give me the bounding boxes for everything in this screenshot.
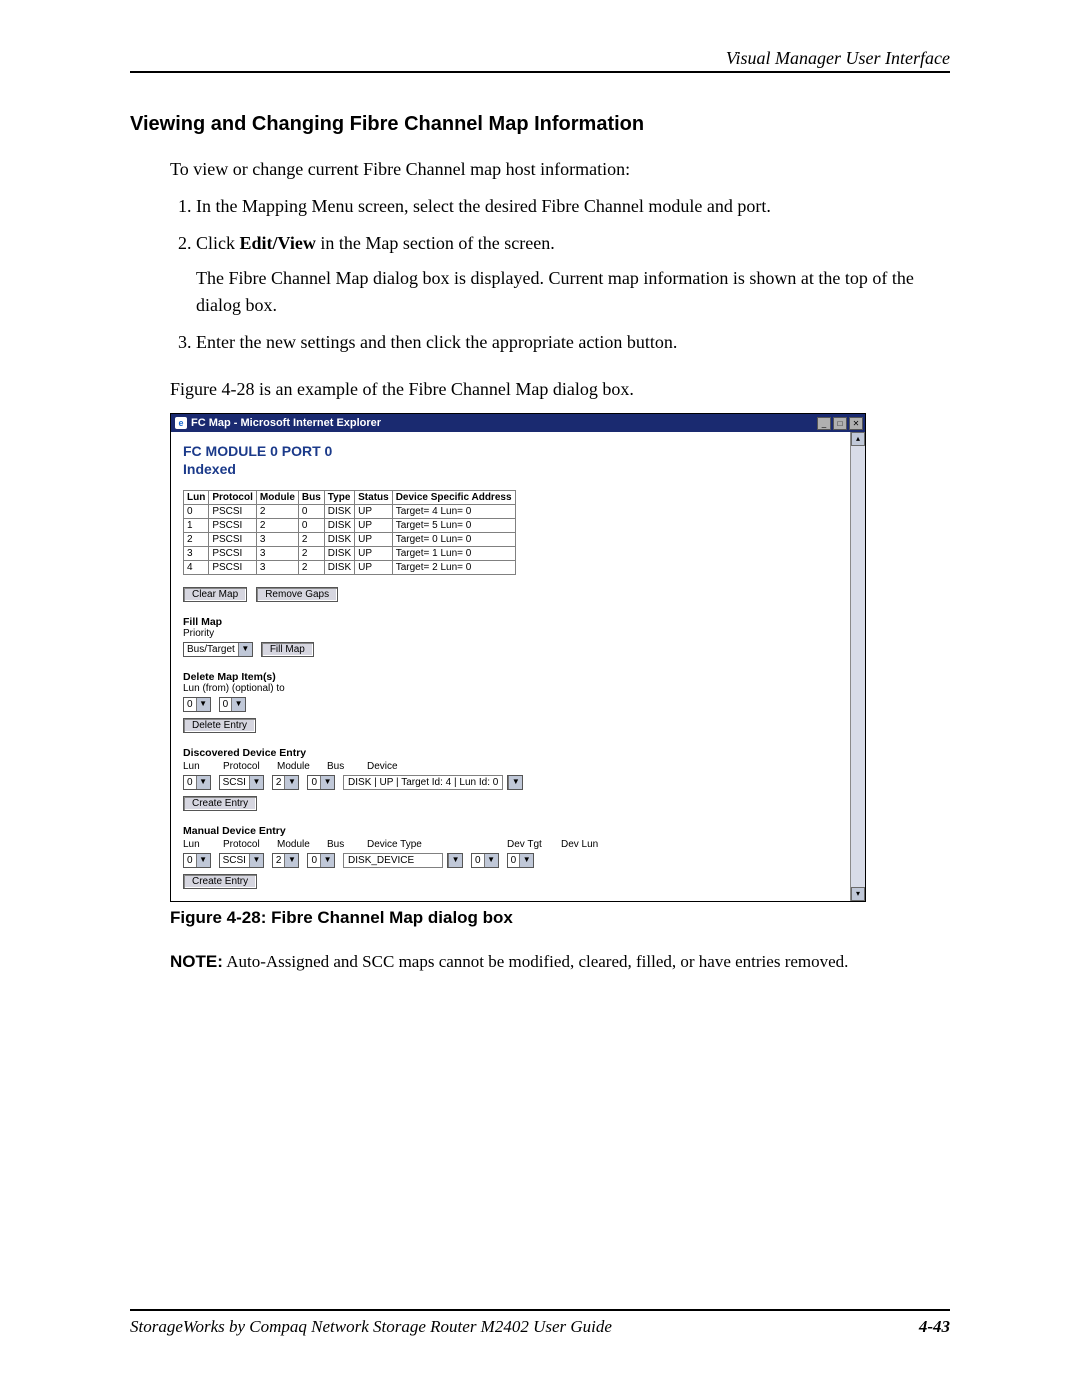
- chevron-down-icon: ▼: [284, 854, 298, 867]
- window-titlebar: e FC Map - Microsoft Internet Explorer _…: [171, 414, 865, 432]
- col-status: Status: [355, 491, 393, 505]
- delete-entry-button[interactable]: Delete Entry: [183, 718, 256, 733]
- man-protocol-select[interactable]: SCSI▼: [219, 853, 264, 868]
- table-row: 3 PSCSI 3 2 DISK UP Target= 1 Lun= 0: [184, 547, 516, 561]
- page-number: 4-43: [919, 1317, 950, 1337]
- ie-icon: e: [175, 417, 187, 429]
- figure-caption-text: Fibre Channel Map dialog box: [271, 908, 513, 927]
- step-2: Click Edit/View in the Map section of th…: [196, 230, 950, 319]
- col-dsa: Device Specific Address: [392, 491, 515, 505]
- col-type: Type: [324, 491, 354, 505]
- delete-from-select[interactable]: 0 ▼: [183, 697, 211, 712]
- chevron-down-icon: ▼: [284, 776, 298, 789]
- col-protocol: Protocol: [209, 491, 257, 505]
- man-module-select[interactable]: 2▼: [272, 853, 300, 868]
- table-row: 0 PSCSI 2 0 DISK UP Target= 4 Lun= 0: [184, 505, 516, 519]
- map-table: Lun Protocol Module Bus Type Status Devi…: [183, 490, 516, 575]
- disc-bus-select[interactable]: 0▼: [307, 775, 335, 790]
- table-row: 2 PSCSI 3 2 DISK UP Target= 0 Lun= 0: [184, 533, 516, 547]
- manual-device-heading: Manual Device Entry: [183, 825, 838, 837]
- chevron-down-icon: ▼: [320, 854, 334, 867]
- table-row: 4 PSCSI 3 2 DISK UP Target= 2 Lun= 0: [184, 561, 516, 575]
- man-device-type-select[interactable]: ▼: [447, 853, 463, 868]
- page-header: Visual Manager User Interface: [130, 48, 950, 73]
- create-entry-button-1[interactable]: Create Entry: [183, 796, 257, 811]
- col-bus: Bus: [298, 491, 324, 505]
- man-dev-tgt-select[interactable]: 0▼: [471, 853, 499, 868]
- chevron-down-icon: ▼: [519, 854, 533, 867]
- footer-left: StorageWorks by Compaq Network Storage R…: [130, 1317, 612, 1337]
- chevron-down-icon: ▼: [249, 854, 263, 867]
- chevron-down-icon: ▼: [196, 854, 210, 867]
- chevron-down-icon: ▼: [448, 854, 462, 867]
- chevron-down-icon: ▼: [196, 698, 210, 711]
- chevron-down-icon: ▼: [196, 776, 210, 789]
- note-text: Auto-Assigned and SCC maps cannot be mod…: [223, 952, 849, 971]
- clear-map-button[interactable]: Clear Map: [183, 587, 247, 602]
- chevron-down-icon: ▼: [249, 776, 263, 789]
- header-title: Visual Manager User Interface: [726, 48, 950, 68]
- chevron-down-icon: ▼: [231, 698, 245, 711]
- man-device-type: DISK_DEVICE: [343, 853, 443, 868]
- page-footer: StorageWorks by Compaq Network Storage R…: [130, 1309, 950, 1337]
- close-button[interactable]: ✕: [849, 417, 863, 430]
- intro-text: To view or change current Fibre Channel …: [170, 156, 950, 183]
- disc-protocol-select[interactable]: SCSI▼: [219, 775, 264, 790]
- window-title: FC Map - Microsoft Internet Explorer: [191, 417, 381, 429]
- scroll-up-icon[interactable]: ▴: [851, 432, 865, 446]
- table-row: 1 PSCSI 2 0 DISK UP Target= 5 Lun= 0: [184, 519, 516, 533]
- chevron-down-icon: ▼: [484, 854, 498, 867]
- priority-label: Priority: [183, 628, 838, 639]
- step-1: In the Mapping Menu screen, select the d…: [196, 193, 950, 220]
- scroll-down-icon[interactable]: ▾: [851, 887, 865, 901]
- figure-caption-prefix: Figure 4-28:: [170, 908, 271, 927]
- disc-lun-select[interactable]: 0▼: [183, 775, 211, 790]
- minimize-button[interactable]: _: [817, 417, 831, 430]
- delete-sub-label: Lun (from) (optional) to: [183, 683, 838, 694]
- disc-device-select[interactable]: ▼: [507, 775, 523, 790]
- col-lun: Lun: [184, 491, 209, 505]
- step-3: Enter the new settings and then click th…: [196, 329, 950, 356]
- discovered-device-heading: Discovered Device Entry: [183, 747, 838, 759]
- fc-module-title: FC MODULE 0 PORT 0: [183, 442, 838, 460]
- delete-map-heading: Delete Map Item(s): [183, 671, 838, 683]
- create-entry-button-2[interactable]: Create Entry: [183, 874, 257, 889]
- man-dev-lun-select[interactable]: 0▼: [507, 853, 535, 868]
- remove-gaps-button[interactable]: Remove Gaps: [256, 587, 338, 602]
- chevron-down-icon: ▼: [238, 643, 252, 656]
- maximize-button[interactable]: □: [833, 417, 847, 430]
- fc-map-dialog: e FC Map - Microsoft Internet Explorer _…: [170, 413, 866, 902]
- fill-map-heading: Fill Map: [183, 616, 838, 628]
- figure-intro: Figure 4-28 is an example of the Fibre C…: [170, 376, 950, 403]
- fill-map-button[interactable]: Fill Map: [261, 642, 314, 657]
- note-label: NOTE:: [170, 952, 223, 971]
- chevron-down-icon: ▼: [508, 776, 522, 789]
- section-heading: Viewing and Changing Fibre Channel Map I…: [130, 113, 950, 136]
- man-bus-select[interactable]: 0▼: [307, 853, 335, 868]
- priority-select[interactable]: Bus/Target ▼: [183, 642, 253, 657]
- disc-device-info: DISK | UP | Target Id: 4 | Lun Id: 0: [343, 775, 503, 790]
- chevron-down-icon: ▼: [320, 776, 334, 789]
- fc-map-name: Indexed: [183, 460, 838, 478]
- scrollbar[interactable]: ▴ ▾: [850, 432, 865, 901]
- step-2-subtext: The Fibre Channel Map dialog box is disp…: [196, 265, 950, 319]
- col-module: Module: [256, 491, 298, 505]
- delete-to-select[interactable]: 0 ▼: [219, 697, 247, 712]
- disc-module-select[interactable]: 2▼: [272, 775, 300, 790]
- steps-list: In the Mapping Menu screen, select the d…: [170, 193, 950, 356]
- man-lun-select[interactable]: 0▼: [183, 853, 211, 868]
- note-block: NOTE: Auto-Assigned and SCC maps cannot …: [170, 950, 950, 975]
